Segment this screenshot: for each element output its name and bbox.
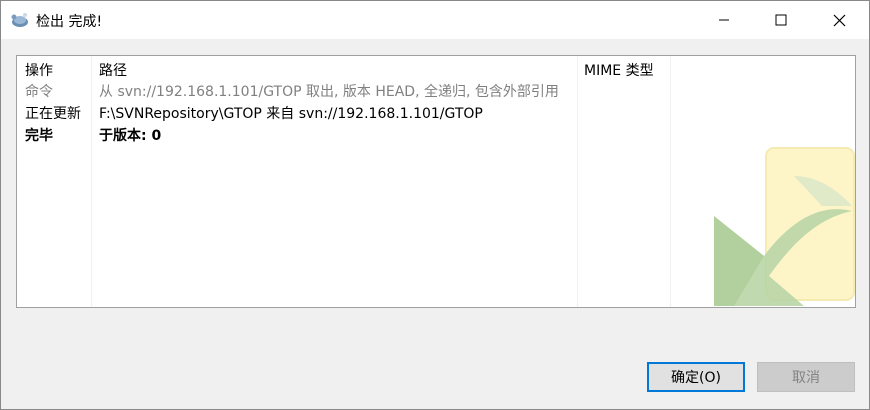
dialog-window: 检出 完成! 操作 路径 MIME 类型 命令 从 svn://192.168.… [0,0,870,410]
column-divider [91,56,92,307]
result-list[interactable]: 操作 路径 MIME 类型 命令 从 svn://192.168.1.101/G… [16,55,856,308]
maximize-icon [775,14,787,26]
row-action-command[interactable]: 命令 [25,81,53,103]
tortoise-svn-icon [11,13,28,27]
cancel-button[interactable]: 取消 [757,362,855,392]
row-path-completed[interactable]: 于版本: 0 [99,125,161,147]
close-button[interactable] [816,1,862,39]
row-action-updating[interactable]: 正在更新 [25,103,81,125]
row-path-command[interactable]: 从 svn://192.168.1.101/GTOP 取出, 版本 HEAD, … [99,81,559,103]
minimize-button[interactable] [701,1,747,39]
title-bar[interactable]: 检出 完成! [1,1,869,39]
checkout-watermark-icon [714,147,855,306]
ok-button[interactable]: 确定(O) [647,362,745,392]
column-header-path[interactable]: 路径 [99,60,127,80]
minimize-icon [719,19,729,21]
row-action-completed[interactable]: 完毕 [25,125,53,147]
window-title: 检出 完成! [36,14,103,30]
column-header-mime[interactable]: MIME 类型 [584,60,654,80]
close-icon [833,14,845,26]
row-path-updating[interactable]: F:\SVNRepository\GTOP 来自 svn://192.168.1… [99,103,483,125]
column-divider [670,56,671,307]
column-header-action[interactable]: 操作 [25,60,53,80]
column-divider [577,56,578,307]
maximize-button[interactable] [758,1,804,39]
